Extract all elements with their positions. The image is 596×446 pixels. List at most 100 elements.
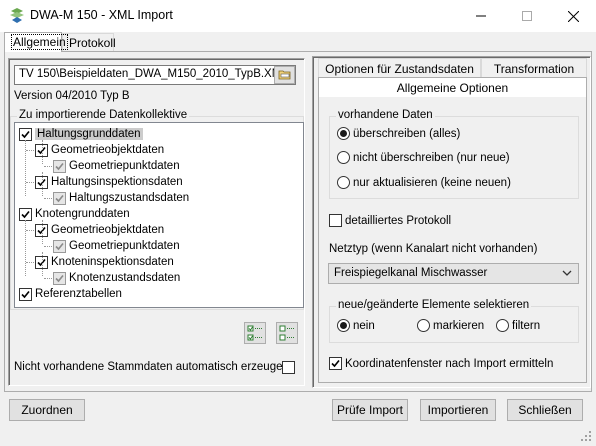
select-filter-label: filtern <box>512 319 541 332</box>
tree-node-checkbox[interactable] <box>19 207 32 221</box>
tree-node-label: Geometriepunktdaten <box>69 160 180 172</box>
detailed-log-label: detailliertes Protokoll <box>345 214 452 227</box>
select-none-radio[interactable]: nein <box>337 319 375 332</box>
tree-node-checkbox[interactable] <box>53 191 66 205</box>
tree-connector <box>44 246 52 247</box>
file-path-field[interactable]: TV 150\Beispieldaten_DWA_M150_2010_TypB.… <box>14 65 296 85</box>
update-only-label: nur aktualisieren (keine neuen) <box>353 176 511 189</box>
tree-node-checkbox[interactable] <box>19 127 32 141</box>
check-all-icon <box>247 325 262 341</box>
update-only-radio[interactable]: nur aktualisieren (keine neuen) <box>337 176 511 189</box>
existing-data-legend: vorhandene Daten <box>336 109 435 121</box>
no-overwrite-radio[interactable]: nicht überschreiben (nur neue) <box>337 151 510 164</box>
checkbox-indicator <box>329 214 342 227</box>
tab-transformation[interactable]: Transformation <box>481 58 587 78</box>
tree-node[interactable]: Geometriepunktdaten <box>53 158 180 174</box>
tree-node-checkbox[interactable] <box>53 271 66 285</box>
tree-node-checkbox[interactable] <box>53 159 66 173</box>
check-all-button[interactable] <box>244 322 266 344</box>
select-elements-legend: neue/geänderte Elemente selektieren <box>336 299 532 311</box>
select-none-label: nein <box>353 319 375 332</box>
radio-indicator <box>337 176 350 189</box>
tree-connector <box>42 172 43 196</box>
tab-options-status-label: Optionen für Zustandsdaten <box>325 61 474 76</box>
tree-connector <box>26 230 34 231</box>
chevron-down-icon <box>562 270 572 276</box>
radio-indicator <box>337 319 350 332</box>
resize-grip-icon[interactable] <box>580 430 592 442</box>
tree-node[interactable]: Geometrieobjektdaten <box>35 222 164 238</box>
tree-node[interactable]: Geometriepunktdaten <box>53 238 180 254</box>
version-text: Version 04/2010 Typ B <box>14 90 130 102</box>
tree-connector <box>44 198 52 199</box>
auto-master-data-label: Nicht vorhandene Stammdaten automatisch … <box>14 361 289 373</box>
tree-connector <box>26 182 34 183</box>
uncheck-all-icon <box>279 325 294 341</box>
overwrite-all-label: überschreiben (alles) <box>353 127 461 140</box>
tree-node-label: Geometriepunktdaten <box>69 240 180 252</box>
auto-master-data-checkbox[interactable] <box>282 361 295 374</box>
tree-connector <box>44 166 52 167</box>
close-button[interactable]: Schließen <box>507 399 583 421</box>
no-overwrite-label: nicht überschreiben (nur neue) <box>353 151 510 164</box>
radio-indicator <box>417 319 430 332</box>
tree-node-checkbox[interactable] <box>53 239 66 253</box>
tree-connector <box>44 278 52 279</box>
tree-node[interactable]: Geometrieobjektdaten <box>35 142 164 158</box>
tree-node-label: Geometrieobjektdaten <box>51 224 165 236</box>
network-type-value: Freispiegelkanal Mischwasser <box>334 267 488 279</box>
tree-connector <box>42 140 43 164</box>
assign-button[interactable]: Zuordnen <box>9 399 85 421</box>
minimize-button[interactable] <box>458 0 504 32</box>
network-type-label: Netztyp (wenn Kanalart nicht vorhanden) <box>329 243 538 255</box>
tree-node-checkbox[interactable] <box>19 287 32 301</box>
tree-node-label: Haltungsinspektionsdaten <box>51 176 183 188</box>
tab-options-status[interactable]: Optionen für Zustandsdaten <box>318 58 481 78</box>
close-window-button[interactable] <box>550 0 596 32</box>
window-title: DWA-M 150 - XML Import <box>30 8 173 22</box>
radio-indicator <box>337 151 350 164</box>
network-type-select[interactable]: Freispiegelkanal Mischwasser <box>328 263 579 284</box>
collectives-legend: Zu importierende Datenkollektive <box>17 109 190 121</box>
coord-window-label: Koordinatenfenster nach Import ermitteln <box>345 357 554 370</box>
checkbox-indicator <box>329 357 342 370</box>
tree-node[interactable]: Knotengrunddaten <box>19 206 130 222</box>
tree-connector <box>25 140 26 196</box>
tree-node[interactable]: Haltungsinspektionsdaten <box>35 174 183 190</box>
folder-icon <box>278 70 290 80</box>
check-import-button[interactable]: Prüfe Import <box>332 399 408 421</box>
overwrite-all-radio[interactable]: überschreiben (alles) <box>337 127 460 140</box>
tree-node-label: Referenztabellen <box>35 288 122 300</box>
tree-node-label: Knotengrunddaten <box>35 208 130 220</box>
tab-general[interactable]: Allgemein <box>4 32 68 52</box>
tree-node[interactable]: Knoteninspektionsdaten <box>35 254 174 270</box>
import-button[interactable]: Importieren <box>420 399 496 421</box>
tab-log-label: Protokoll <box>69 36 116 50</box>
tab-log[interactable]: Protokoll <box>62 33 116 52</box>
tab-general-options-label: Allgemeine Optionen <box>396 80 509 95</box>
maximize-button[interactable] <box>504 0 550 32</box>
uncheck-all-button[interactable] <box>276 322 298 344</box>
tree-connector <box>26 150 34 151</box>
app-logo-icon <box>8 7 26 25</box>
detailed-log-checkbox[interactable]: detailliertes Protokoll <box>329 214 451 227</box>
browse-folder-button[interactable] <box>274 66 295 84</box>
tree-node[interactable]: Knotenzustandsdaten <box>53 270 180 286</box>
tree-node-label: Geometrieobjektdaten <box>51 144 165 156</box>
tree-node[interactable]: Referenztabellen <box>19 286 122 302</box>
coord-window-checkbox[interactable]: Koordinatenfenster nach Import ermitteln <box>329 357 553 370</box>
tree-node-label: Knotenzustandsdaten <box>69 272 181 284</box>
tree-connector <box>42 220 43 244</box>
radio-indicator <box>337 127 350 140</box>
tree-node-label: Knoteninspektionsdaten <box>51 256 174 268</box>
tree-node[interactable]: Haltungszustandsdaten <box>53 190 189 206</box>
collectives-tree: Haltungsgrunddaten Geometrieobjektdaten Ge… <box>14 122 304 308</box>
tab-general-options[interactable]: Allgemeine Optionen <box>318 77 587 97</box>
tree-node-label: Haltungsgrunddaten <box>35 128 143 140</box>
tree-connector <box>25 220 26 276</box>
tab-transformation-label: Transformation <box>493 61 575 76</box>
radio-indicator <box>496 319 509 332</box>
select-mark-radio[interactable]: markieren <box>417 319 484 332</box>
select-filter-radio[interactable]: filtern <box>496 319 540 332</box>
tree-node[interactable]: Haltungsgrunddaten <box>19 126 143 142</box>
